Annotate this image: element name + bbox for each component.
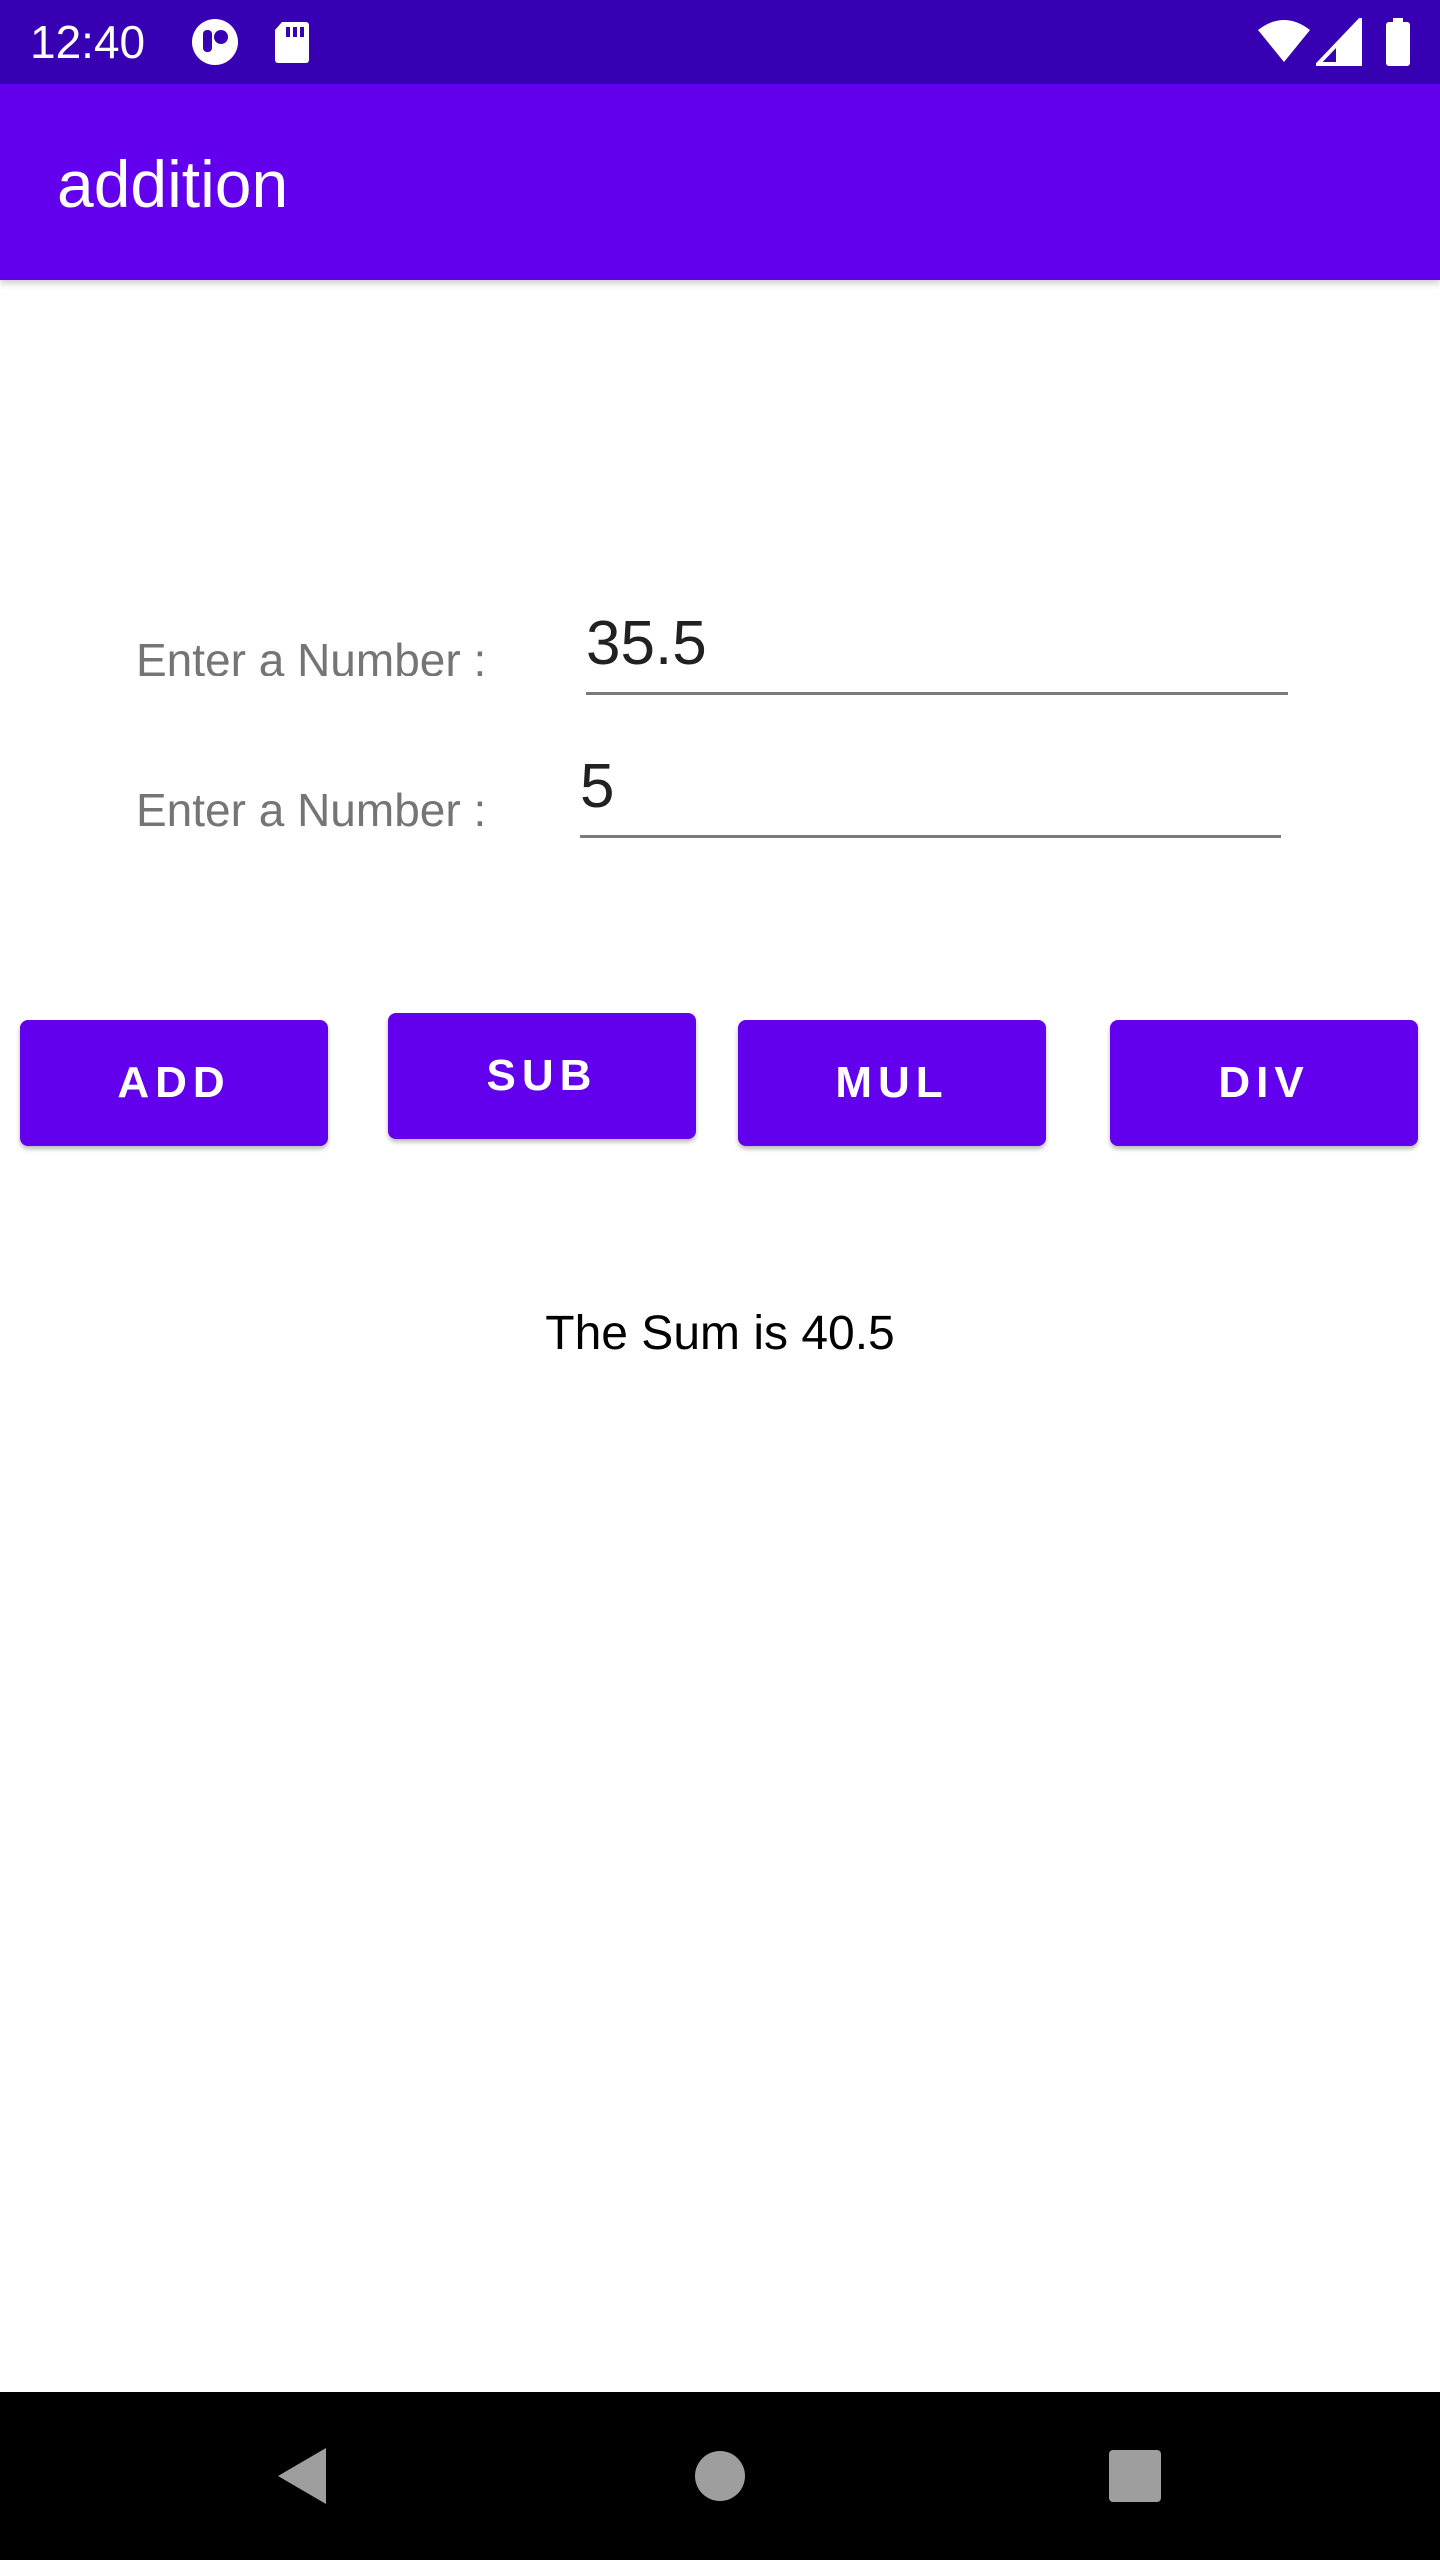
result-text: The Sum is 40.5	[545, 1307, 895, 1360]
first-number-value: 35.5	[586, 609, 707, 678]
sd-card-icon	[272, 18, 312, 66]
app-title: addition	[57, 147, 289, 221]
first-number-input[interactable]: 35.5	[586, 592, 1288, 695]
first-number-label: Enter a Number :	[136, 634, 487, 676]
status-time: 12:40	[30, 16, 146, 68]
notification-app-icon	[190, 18, 240, 66]
back-icon[interactable]	[252, 2426, 352, 2526]
second-number-input[interactable]: 5	[580, 735, 1281, 838]
second-number-label: Enter a Number :	[136, 784, 487, 836]
app-bar: addition	[0, 84, 1440, 280]
sub-button[interactable]: SUB	[388, 1013, 696, 1139]
home-icon[interactable]	[670, 2426, 770, 2526]
add-button[interactable]: ADD	[20, 1020, 328, 1146]
div-button[interactable]: DIV	[1110, 1020, 1418, 1146]
battery-icon	[1384, 18, 1412, 66]
status-bar: 12:40	[0, 0, 1440, 84]
app-screen: 12:40 addition Enter a Number: 35.5 Ent…	[0, 0, 1440, 2560]
wifi-icon	[1256, 18, 1312, 66]
recents-icon[interactable]	[1085, 2426, 1185, 2526]
signal-icon	[1313, 15, 1362, 66]
second-number-value: 5	[580, 752, 615, 821]
mul-button[interactable]: MUL	[738, 1020, 1046, 1146]
navigation-bar	[0, 2392, 1440, 2560]
